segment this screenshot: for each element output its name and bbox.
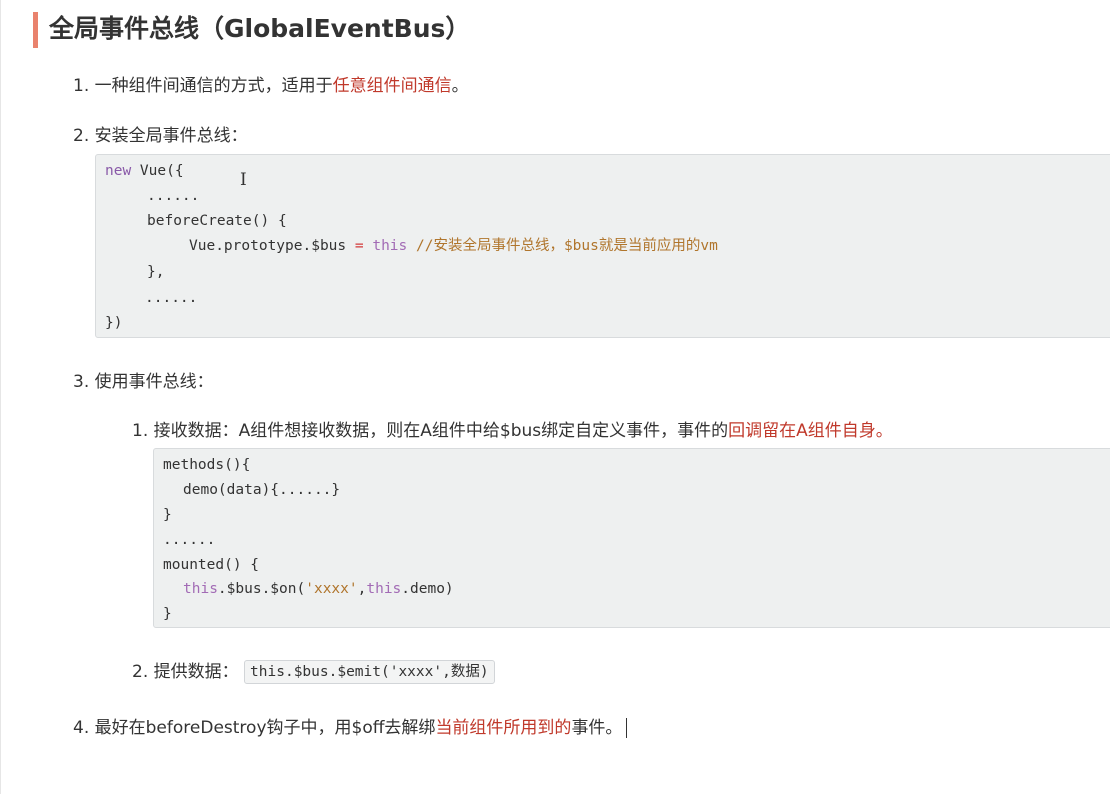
highlight-text: 任意组件间通信 [332, 76, 452, 96]
code-line: demo(data){......} [183, 482, 341, 498]
sub-item-1: 1. 接收数据：A组件想接收数据，则在A组件中给$bus绑定自定义事件，事件的回… [132, 419, 893, 443]
list-number: 2. [73, 126, 90, 146]
code-line: }) [105, 315, 123, 331]
code-keyword: this [366, 581, 402, 597]
code-line: }, [147, 264, 165, 280]
code-line: ...... [163, 532, 216, 548]
inline-code[interactable]: this.$bus.$emit('xxxx',数据) [244, 660, 495, 684]
code-line: new Vue({ [105, 161, 184, 181]
code-operator: = [346, 238, 373, 254]
highlight-text: 当前组件所用到的 [435, 718, 572, 738]
code-line: mounted() { [163, 557, 260, 573]
list-number: 4. [73, 718, 90, 738]
code-line: beforeCreate() { [147, 213, 287, 229]
list-text: 提供数据： [153, 662, 239, 682]
code-line: this.$bus.$on('xxxx',this.demo) [183, 579, 454, 599]
code-line: } [163, 606, 172, 622]
code-text: Vue.prototype.$bus [189, 238, 347, 254]
list-text: 安装全局事件总线： [94, 126, 248, 146]
left-border [0, 0, 1, 794]
list-text: 一种组件间通信的方式，适用于 [94, 76, 333, 96]
list-number: 1. [73, 76, 90, 96]
page-title: 全局事件总线（GlobalEventBus） [49, 14, 471, 43]
code-string: 'xxxx' [305, 581, 358, 597]
code-keyword: this [183, 581, 218, 597]
code-line: methods(){ [163, 457, 251, 473]
highlight-text: 回调留在A组件自身。 [728, 421, 893, 441]
text-caret[interactable] [626, 718, 628, 738]
code-block-receive-data[interactable]: methods(){ demo(data){......} } ...... m… [153, 448, 1110, 628]
text-cursor-icon: I [240, 170, 247, 190]
list-text-end: 事件。 [571, 718, 623, 738]
code-text: .$bus.$on( [217, 581, 306, 597]
list-text: 使用事件总线： [94, 372, 214, 392]
list-item-2: 2. 安装全局事件总线： [73, 124, 248, 148]
code-keyword: new [105, 163, 132, 179]
list-number: 2. [132, 662, 149, 682]
list-text: 最好在beforeDestroy钩子中，用$off去解绑 [94, 718, 436, 738]
code-line: ...... [145, 290, 198, 306]
code-line: } [163, 507, 172, 523]
list-number: 1. [132, 421, 149, 441]
code-line: ...... [147, 188, 200, 204]
list-item-4: 4. 最好在beforeDestroy钩子中，用$off去解绑当前组件所用到的事… [73, 716, 628, 740]
code-text: Vue({ [131, 163, 184, 179]
heading-accent-bar [33, 12, 38, 48]
list-number: 3. [73, 372, 90, 392]
code-text: .demo) [401, 581, 454, 597]
list-text: 接收数据：A组件想接收数据，则在A组件中给$bus绑定自定义事件，事件的 [153, 421, 729, 441]
code-line: Vue.prototype.$bus = this //安装全局事件总线，$bu… [189, 236, 718, 256]
list-text-end: 。 [451, 76, 469, 96]
code-block-install-bus[interactable]: new Vue({ ...... beforeCreate() { Vue.pr… [95, 154, 1110, 338]
list-item-3: 3. 使用事件总线： [73, 370, 214, 394]
code-keyword: this [372, 238, 408, 254]
code-comment: //安装全局事件总线，$bus就是当前应用的vm [407, 238, 718, 254]
sub-item-2: 2. 提供数据： this.$bus.$emit('xxxx',数据) [132, 660, 495, 684]
list-item-1: 1. 一种组件间通信的方式，适用于任意组件间通信。 [73, 74, 469, 98]
